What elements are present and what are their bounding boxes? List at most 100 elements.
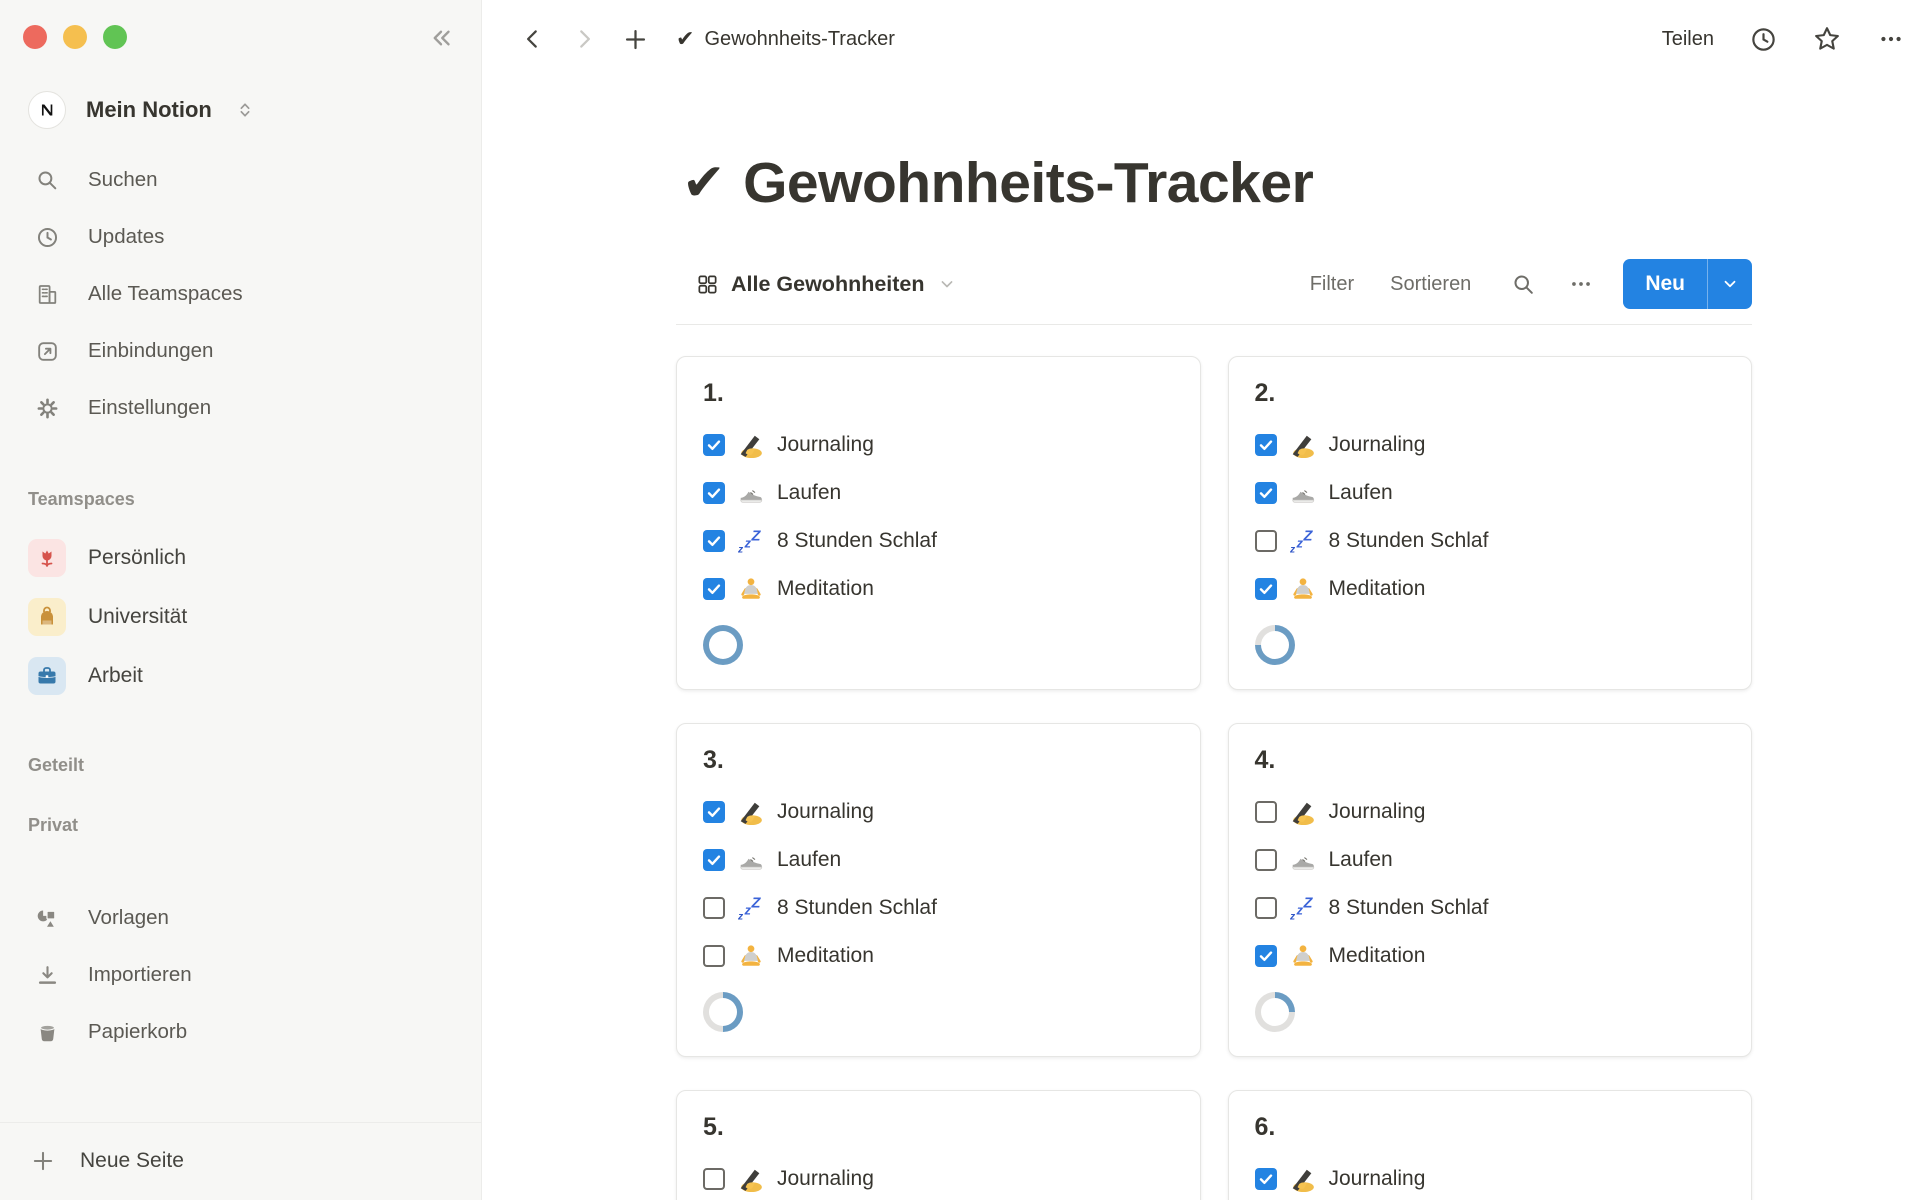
- sidebar-item-papierkorb[interactable]: Papierkorb: [16, 1006, 465, 1058]
- writing-hand-icon: [1290, 1166, 1316, 1192]
- card-title[interactable]: 2.: [1255, 379, 1726, 411]
- sidebar-item-label: Einbindungen: [88, 339, 213, 363]
- share-button[interactable]: Teilen: [1662, 28, 1714, 51]
- view-name: Alle Gewohnheiten: [731, 272, 925, 297]
- habit-checkbox[interactable]: [1255, 897, 1277, 919]
- double-chevron-left-icon: [426, 23, 456, 53]
- habit-row: Meditation: [1255, 932, 1726, 980]
- sidebar-item-label: Papierkorb: [88, 1020, 187, 1044]
- habit-card[interactable]: 4.JournalingLaufen8 Stunden SchlafMedita…: [1228, 723, 1753, 1057]
- habit-row: Laufen: [703, 469, 1174, 517]
- progress-ring-icon: [703, 625, 743, 665]
- page-title[interactable]: ✔ Gewohnheits-Tracker: [682, 150, 1752, 216]
- templates-shapes-icon: [28, 899, 66, 937]
- habit-label: Journaling: [1329, 433, 1426, 457]
- minimize-window-button[interactable]: [63, 25, 87, 49]
- card-title[interactable]: 6.: [1255, 1113, 1726, 1145]
- habit-checkbox[interactable]: [703, 849, 725, 871]
- window-controls: [23, 25, 127, 49]
- habit-checkbox[interactable]: [703, 1168, 725, 1190]
- habit-row: Meditation: [703, 932, 1174, 980]
- running-shoe-icon: [1290, 480, 1316, 506]
- habit-checkbox[interactable]: [1255, 434, 1277, 456]
- main-area: ✔ Gewohnheits-Tracker Teilen ✔ Gewohnhei…: [482, 0, 1920, 1200]
- habit-label: Laufen: [1329, 848, 1393, 872]
- sidebar-item-vorlagen[interactable]: Vorlagen: [16, 892, 465, 944]
- teamspace-label: Arbeit: [88, 664, 143, 688]
- sidebar-item-einstellungen[interactable]: Einstellungen: [16, 382, 465, 434]
- import-download-icon: [28, 956, 66, 994]
- private-section-header[interactable]: Privat: [28, 815, 465, 839]
- breadcrumb[interactable]: ✔ Gewohnheits-Tracker: [668, 23, 903, 56]
- habit-card[interactable]: 2.JournalingLaufen8 Stunden SchlafMedita…: [1228, 356, 1753, 690]
- sidebar-item-updates[interactable]: Updates: [16, 211, 465, 263]
- updates-clock-button[interactable]: [1748, 24, 1778, 54]
- sidebar-item-arbeit[interactable]: Arbeit: [16, 649, 465, 703]
- new-entry-dropdown-button[interactable]: [1708, 259, 1752, 309]
- habit-row: 8 Stunden Schlaf: [703, 884, 1174, 932]
- notion-logo-icon: [28, 91, 66, 129]
- card-title[interactable]: 4.: [1255, 746, 1726, 778]
- habit-card[interactable]: 5.JournalingLaufen8 Stunden SchlafMedita…: [676, 1090, 1201, 1200]
- more-options-button[interactable]: [1876, 24, 1906, 54]
- sidebar-item-label: Alle Teamspaces: [88, 282, 243, 306]
- habit-card[interactable]: 3.JournalingLaufen8 Stunden SchlafMedita…: [676, 723, 1201, 1057]
- habit-label: 8 Stunden Schlaf: [777, 529, 937, 553]
- habit-checkbox[interactable]: [1255, 1168, 1277, 1190]
- forward-button[interactable]: [569, 24, 599, 54]
- sidebar-item-suchen[interactable]: Suchen: [16, 154, 465, 206]
- collapse-sidebar-button[interactable]: [425, 22, 457, 54]
- habit-checkbox[interactable]: [1255, 945, 1277, 967]
- habit-label: Journaling: [777, 800, 874, 824]
- search-database-button[interactable]: [1507, 268, 1539, 300]
- sidebar-footer-nav: Vorlagen Importieren: [16, 892, 465, 1058]
- view-selector[interactable]: Alle Gewohnheiten: [696, 272, 957, 297]
- habit-checkbox[interactable]: [1255, 849, 1277, 871]
- favorite-star-button[interactable]: [1812, 24, 1842, 54]
- card-title[interactable]: 1.: [703, 379, 1174, 411]
- habit-checkbox[interactable]: [703, 945, 725, 967]
- sleep-zzz-icon: [738, 895, 764, 921]
- sort-button[interactable]: Sortieren: [1390, 273, 1471, 296]
- workspace-switcher[interactable]: Mein Notion: [16, 88, 465, 132]
- sidebar-item-persoenlich[interactable]: Persönlich: [16, 531, 465, 585]
- card-title[interactable]: 5.: [703, 1113, 1174, 1145]
- shared-section-header[interactable]: Geteilt: [28, 755, 465, 779]
- chevron-down-icon: [1721, 275, 1739, 293]
- habit-checkbox[interactable]: [1255, 530, 1277, 552]
- habit-card[interactable]: 1.JournalingLaufen8 Stunden SchlafMedita…: [676, 356, 1201, 690]
- habit-checkbox[interactable]: [703, 897, 725, 919]
- habit-checkbox[interactable]: [703, 434, 725, 456]
- habit-checkbox[interactable]: [703, 530, 725, 552]
- habit-checkbox[interactable]: [1255, 578, 1277, 600]
- habit-checkbox[interactable]: [1255, 482, 1277, 504]
- sidebar-item-alle-teamspaces[interactable]: Alle Teamspaces: [16, 268, 465, 320]
- habit-row: Laufen: [1255, 469, 1726, 517]
- card-title[interactable]: 3.: [703, 746, 1174, 778]
- sidebar: Mein Notion Suchen Updates: [0, 0, 482, 1200]
- new-entry-button[interactable]: Neu: [1623, 259, 1707, 309]
- habit-card[interactable]: 6.JournalingLaufen8 Stunden SchlafMedita…: [1228, 1090, 1753, 1200]
- trash-icon: [28, 1013, 66, 1051]
- add-page-button[interactable]: [620, 24, 650, 54]
- habit-checkbox[interactable]: [1255, 801, 1277, 823]
- briefcase-icon: [28, 657, 66, 695]
- running-shoe-icon: [738, 480, 764, 506]
- close-window-button[interactable]: [23, 25, 47, 49]
- sidebar-item-universitaet[interactable]: Universität: [16, 590, 465, 644]
- zoom-window-button[interactable]: [103, 25, 127, 49]
- habit-row: Laufen: [1255, 836, 1726, 884]
- toolbar-divider: [676, 324, 1752, 325]
- habit-checkbox[interactable]: [703, 578, 725, 600]
- habit-checkbox[interactable]: [703, 482, 725, 504]
- filter-button[interactable]: Filter: [1310, 273, 1354, 296]
- new-page-button[interactable]: Neue Seite: [16, 1135, 465, 1187]
- database-more-options-button[interactable]: [1565, 268, 1597, 300]
- progress-ring-icon: [1255, 992, 1295, 1032]
- back-button[interactable]: [518, 24, 548, 54]
- habit-checkbox[interactable]: [703, 801, 725, 823]
- sidebar-item-einbindungen[interactable]: Einbindungen: [16, 325, 465, 377]
- running-shoe-icon: [738, 847, 764, 873]
- habit-row: 8 Stunden Schlaf: [703, 517, 1174, 565]
- sidebar-item-importieren[interactable]: Importieren: [16, 949, 465, 1001]
